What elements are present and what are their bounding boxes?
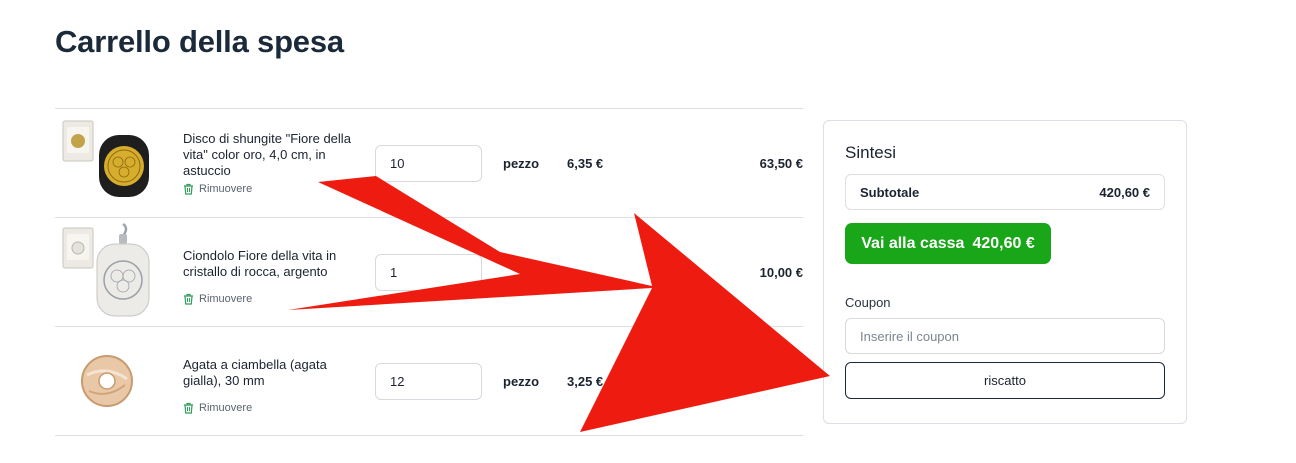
trash-icon: [183, 183, 194, 195]
remove-item-button[interactable]: Rimuovere: [183, 293, 252, 305]
remove-item-button[interactable]: Rimuovere: [183, 402, 252, 414]
cart-row-2: Ciondolo Fiore della vita in cristallo d…: [55, 218, 803, 327]
coupon-input[interactable]: [845, 318, 1165, 354]
cart-row-3: Agata a ciambella (agata gialla), 30 mm …: [55, 327, 803, 436]
summary-title: Sintesi: [845, 143, 897, 162]
product-image-crystal-pendant[interactable]: [61, 222, 153, 317]
quantity-input[interactable]: [375, 363, 482, 400]
unit-price: 6,35 €: [567, 156, 604, 171]
line-total: 63,50 €: [759, 156, 803, 171]
product-name[interactable]: Ciondolo Fiore della vita in cristallo d…: [183, 248, 361, 280]
redeem-coupon-button[interactable]: riscatto: [845, 362, 1165, 399]
trash-icon: [183, 402, 194, 414]
unit-price: 3,25 €: [567, 374, 604, 389]
quantity-input[interactable]: [375, 145, 482, 182]
remove-label: Rimuovere: [199, 402, 253, 414]
coupon-label: Coupon: [845, 295, 891, 310]
product-image-agate-donut[interactable]: [61, 335, 153, 427]
subtotal-label: Subtotale: [860, 185, 920, 200]
product-image-shungite-disc[interactable]: [61, 117, 153, 209]
page-title: Carrello della spesa: [55, 24, 344, 59]
cart-row-1: Disco di shungite "Fiore della vita" col…: [55, 109, 803, 218]
subtotal-box: Subtotale 420,60 €: [845, 174, 1165, 210]
order-summary-panel: Sintesi Subtotale 420,60 € Vai alla cass…: [823, 120, 1187, 424]
remove-item-button[interactable]: Rimuovere: [183, 183, 252, 195]
line-total: 10,00 €: [759, 265, 803, 280]
unit-label: pezzo: [503, 156, 540, 171]
remove-label: Rimuovere: [199, 183, 253, 195]
trash-icon: [183, 293, 194, 305]
cart-table: Disco di shungite "Fiore della vita" col…: [55, 108, 803, 436]
checkout-label: Vai alla cassa: [861, 234, 965, 252]
product-name[interactable]: Agata a ciambella (agata gialla), 30 mm: [183, 357, 361, 389]
quantity-input[interactable]: [375, 254, 482, 291]
product-name[interactable]: Disco di shungite "Fiore della vita" col…: [183, 131, 361, 179]
unit-label: pezzo: [503, 374, 540, 389]
checkout-button[interactable]: Vai alla cassa 420,60 €: [845, 223, 1051, 264]
checkout-amount: 420,60 €: [972, 234, 1035, 252]
remove-label: Rimuovere: [199, 293, 253, 305]
subtotal-value: 420,60 €: [1099, 185, 1150, 200]
